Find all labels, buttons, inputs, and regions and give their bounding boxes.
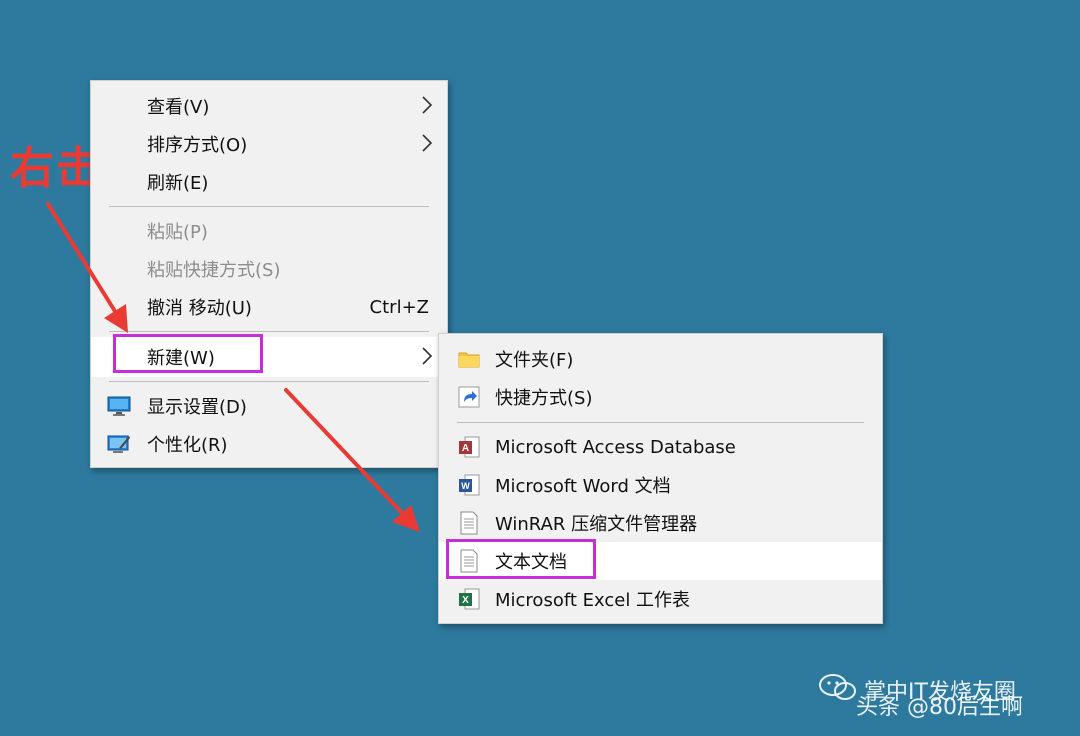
- menu-item-paste-shortcut: 粘贴快捷方式(S): [91, 250, 447, 288]
- menu-separator: [109, 381, 429, 382]
- word-icon: W: [459, 474, 480, 496]
- display-settings-icon: [107, 396, 131, 416]
- submenu-item-winrar[interactable]: WinRAR 压缩文件管理器: [439, 504, 882, 542]
- new-item-highlight-box: [113, 334, 263, 373]
- menu-item-label: 粘贴(P): [147, 222, 208, 243]
- menu-item-label: 粘贴快捷方式(S): [147, 260, 281, 281]
- personalize-icon: [107, 435, 130, 453]
- menu-item-refresh[interactable]: 刷新(E): [91, 163, 447, 201]
- watermark-line-2: 头条 @80后生啊: [856, 695, 1023, 720]
- menu-item-label: Microsoft Excel 工作表: [495, 590, 691, 611]
- desktop-context-menu: 查看(V) 排序方式(O) 刷新(E) 粘贴(P) 粘贴快捷方式(S) 撤消 移…: [90, 80, 448, 468]
- menu-item-view[interactable]: 查看(V): [91, 87, 447, 125]
- chevron-right-icon: [422, 96, 433, 114]
- menu-item-label: WinRAR 压缩文件管理器: [495, 514, 698, 535]
- submenu-item-access-database[interactable]: A Microsoft Access Database: [439, 428, 882, 466]
- menu-item-label: 刷新(E): [147, 173, 209, 194]
- excel-icon: X: [459, 588, 480, 610]
- submenu-item-shortcut[interactable]: 快捷方式(S): [439, 378, 882, 416]
- menu-item-label: Microsoft Access Database: [495, 436, 736, 458]
- menu-item-sort[interactable]: 排序方式(O): [91, 125, 447, 163]
- submenu-item-word-document[interactable]: W Microsoft Word 文档: [439, 466, 882, 504]
- menu-item-label: 查看(V): [147, 97, 210, 118]
- menu-item-label: 快捷方式(S): [495, 388, 593, 409]
- menu-separator: [457, 422, 864, 423]
- winrar-doc-icon: [460, 511, 478, 535]
- chevron-right-icon: [422, 134, 433, 152]
- submenu-item-folder[interactable]: 文件夹(F): [439, 340, 882, 378]
- menu-item-label: 文件夹(F): [495, 350, 574, 371]
- right-click-annotation: 右击: [10, 143, 102, 194]
- menu-item-paste: 粘贴(P): [91, 212, 447, 250]
- menu-item-label: 个性化(R): [147, 435, 228, 456]
- menu-item-undo-move[interactable]: 撤消 移动(U) Ctrl+Z: [91, 288, 447, 326]
- svg-text:A: A: [462, 443, 469, 454]
- menu-item-display-settings[interactable]: 显示设置(D): [91, 387, 447, 425]
- wechat-logo-icon: [819, 674, 856, 700]
- menu-item-label: Microsoft Word 文档: [495, 476, 671, 497]
- folder-icon: [458, 352, 480, 368]
- shortcut-text: Ctrl+Z: [369, 296, 429, 318]
- menu-separator: [109, 331, 429, 332]
- menu-separator: [109, 206, 429, 207]
- menu-item-label: 排序方式(O): [147, 135, 248, 156]
- text-document-highlight-box: [446, 539, 596, 579]
- svg-text:X: X: [462, 595, 469, 606]
- submenu-item-excel-worksheet[interactable]: X Microsoft Excel 工作表: [439, 580, 882, 618]
- menu-item-label: 显示设置(D): [147, 397, 247, 418]
- menu-item-personalize[interactable]: 个性化(R): [91, 425, 447, 463]
- new-submenu: 文件夹(F) 快捷方式(S) A Microsoft Access Databa…: [438, 333, 883, 624]
- menu-item-label: 撤消 移动(U): [147, 298, 252, 319]
- access-icon: A: [459, 436, 480, 458]
- shortcut-icon: [458, 386, 480, 408]
- chevron-right-icon: [422, 347, 433, 365]
- svg-text:W: W: [461, 481, 470, 491]
